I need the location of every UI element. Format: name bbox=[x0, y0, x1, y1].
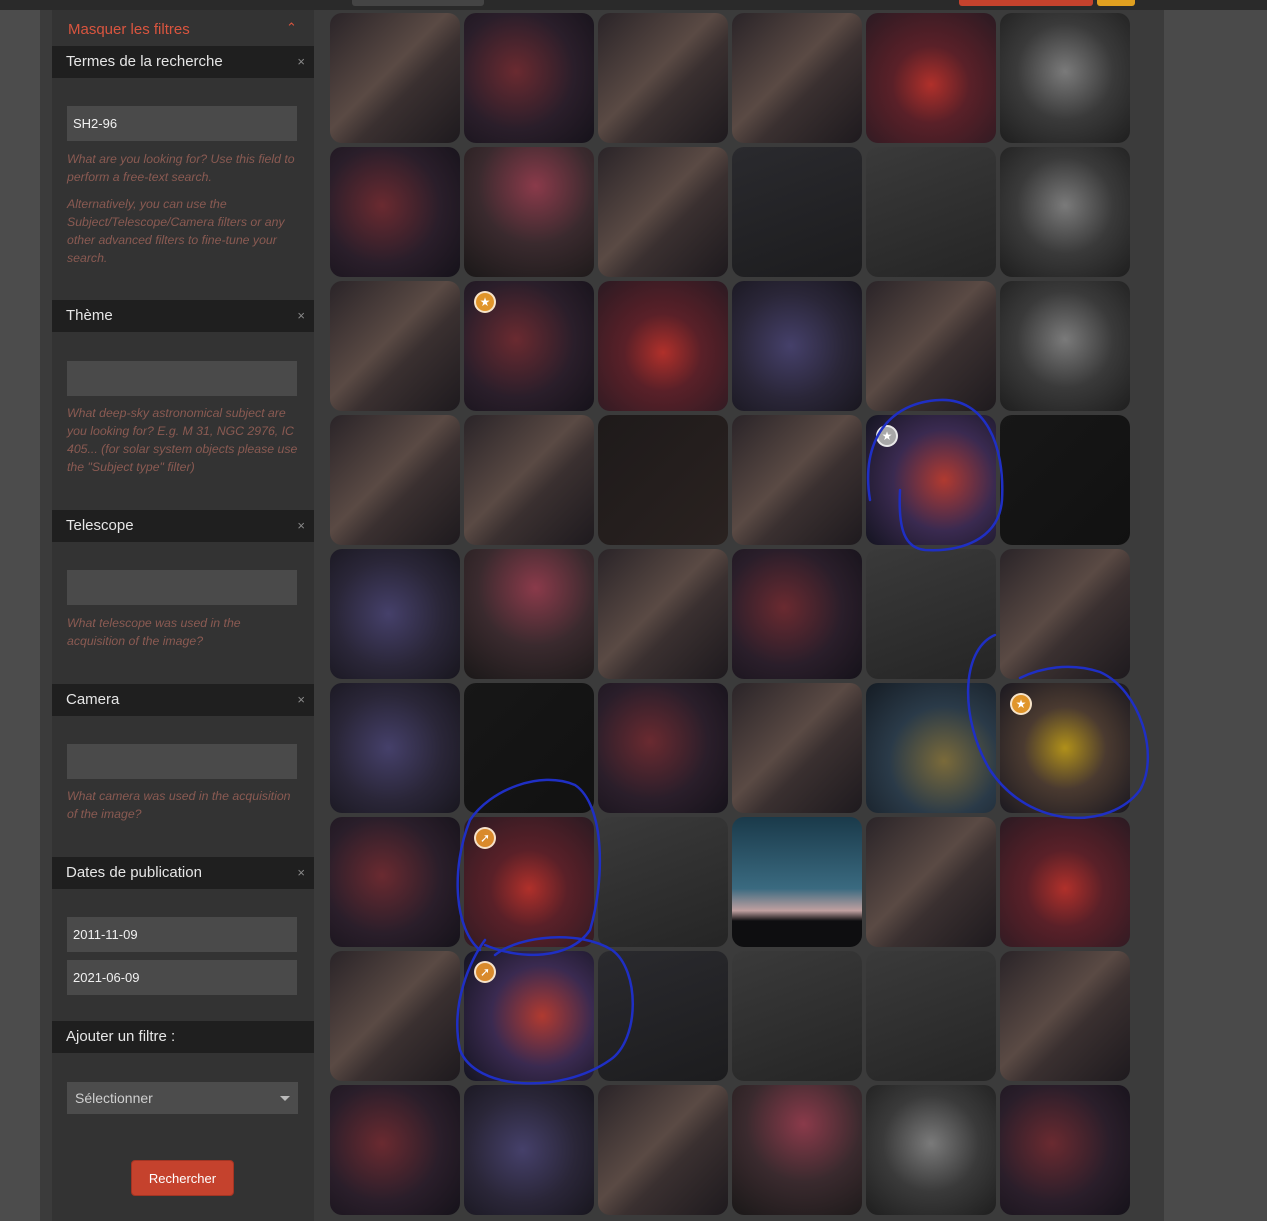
result-thumbnail[interactable] bbox=[1000, 147, 1130, 277]
result-thumbnail[interactable] bbox=[866, 1085, 996, 1215]
top-navigation-bar bbox=[0, 0, 1267, 10]
result-thumbnail[interactable] bbox=[732, 1085, 862, 1215]
result-thumbnail[interactable]: ➚ bbox=[464, 951, 594, 1081]
publication-dates-title: Dates de publication bbox=[66, 864, 202, 881]
result-thumbnail[interactable] bbox=[732, 13, 862, 143]
add-filter-select[interactable]: Sélectionner bbox=[67, 1082, 298, 1114]
remove-filter-icon[interactable]: × bbox=[297, 857, 305, 889]
search-terms-title: Termes de la recherche bbox=[66, 53, 223, 70]
remove-filter-icon[interactable]: × bbox=[297, 300, 305, 332]
result-thumbnail[interactable] bbox=[330, 281, 460, 411]
caret-down-icon bbox=[280, 1096, 290, 1101]
telescope-input[interactable] bbox=[67, 570, 297, 605]
result-thumbnail[interactable] bbox=[330, 683, 460, 813]
subject-header: Thème × bbox=[52, 300, 314, 332]
top-pick-icon: ➚ bbox=[474, 961, 496, 983]
result-thumbnail[interactable] bbox=[330, 13, 460, 143]
result-thumbnail[interactable] bbox=[1000, 951, 1130, 1081]
result-thumbnail[interactable]: ★ bbox=[866, 415, 996, 545]
result-thumbnail[interactable] bbox=[330, 817, 460, 947]
result-thumbnail[interactable] bbox=[330, 415, 460, 545]
result-thumbnail[interactable] bbox=[598, 147, 728, 277]
add-filter-title: Ajouter un filtre : bbox=[66, 1028, 176, 1045]
date-from-input[interactable] bbox=[67, 917, 297, 952]
result-thumbnail[interactable] bbox=[866, 951, 996, 1081]
camera-header: Camera × bbox=[52, 684, 314, 716]
result-thumbnail[interactable] bbox=[866, 817, 996, 947]
result-thumbnail[interactable] bbox=[330, 951, 460, 1081]
chevron-up-icon[interactable]: ⌃ bbox=[286, 20, 297, 36]
result-thumbnail[interactable] bbox=[732, 951, 862, 1081]
result-thumbnail[interactable] bbox=[598, 13, 728, 143]
trophy-icon: ★ bbox=[1010, 693, 1032, 715]
top-pick-icon: ➚ bbox=[474, 827, 496, 849]
silver-award-icon: ★ bbox=[876, 425, 898, 447]
result-thumbnail[interactable]: ★ bbox=[464, 281, 594, 411]
result-thumbnail[interactable] bbox=[464, 1085, 594, 1215]
nav-notification-button[interactable] bbox=[1097, 0, 1135, 6]
trophy-icon: ★ bbox=[474, 291, 496, 313]
result-thumbnail[interactable] bbox=[598, 817, 728, 947]
add-filter-select-value: Sélectionner bbox=[75, 1090, 153, 1106]
result-thumbnail[interactable] bbox=[464, 415, 594, 545]
remove-filter-icon[interactable]: × bbox=[297, 684, 305, 716]
result-thumbnail[interactable] bbox=[464, 147, 594, 277]
remove-filter-icon[interactable]: × bbox=[297, 510, 305, 542]
result-thumbnail[interactable] bbox=[1000, 281, 1130, 411]
result-thumbnail[interactable] bbox=[464, 549, 594, 679]
remove-filter-icon[interactable]: × bbox=[297, 46, 305, 78]
result-thumbnail[interactable] bbox=[732, 683, 862, 813]
result-thumbnail[interactable]: ★ bbox=[1000, 683, 1130, 813]
result-thumbnail[interactable] bbox=[866, 147, 996, 277]
result-thumbnail[interactable] bbox=[732, 415, 862, 545]
subject-input[interactable] bbox=[67, 361, 297, 396]
telescope-help-text: What telescope was used in the acquisiti… bbox=[67, 616, 241, 648]
result-thumbnail[interactable] bbox=[732, 281, 862, 411]
camera-input[interactable] bbox=[67, 744, 297, 779]
result-thumbnail[interactable] bbox=[464, 13, 594, 143]
result-thumbnail[interactable] bbox=[866, 13, 996, 143]
result-thumbnail[interactable] bbox=[1000, 13, 1130, 143]
camera-title: Camera bbox=[66, 691, 120, 708]
nav-action-button[interactable] bbox=[959, 0, 1093, 6]
result-thumbnail[interactable] bbox=[598, 683, 728, 813]
result-thumbnail[interactable] bbox=[866, 683, 996, 813]
result-thumbnail[interactable] bbox=[732, 147, 862, 277]
publication-dates-header: Dates de publication × bbox=[52, 857, 314, 889]
result-thumbnail[interactable] bbox=[1000, 415, 1130, 545]
search-input[interactable] bbox=[67, 106, 297, 141]
result-thumbnail[interactable] bbox=[598, 415, 728, 545]
result-thumbnail[interactable] bbox=[330, 1085, 460, 1215]
result-thumbnail[interactable]: ➚ bbox=[464, 817, 594, 947]
result-thumbnail[interactable] bbox=[598, 281, 728, 411]
camera-help-text: What camera was used in the acquisition … bbox=[67, 789, 291, 821]
subject-help-text: What deep-sky astronomical subject are y… bbox=[67, 406, 298, 474]
nav-tab[interactable] bbox=[352, 0, 484, 6]
search-help-text-advanced: Alternatively, you can use the Subject/T… bbox=[67, 197, 285, 265]
result-thumbnail[interactable] bbox=[464, 683, 594, 813]
result-thumbnail[interactable] bbox=[1000, 1085, 1130, 1215]
result-thumbnail[interactable] bbox=[330, 549, 460, 679]
result-thumbnail[interactable] bbox=[732, 817, 862, 947]
result-thumbnail[interactable] bbox=[732, 549, 862, 679]
telescope-title: Telescope bbox=[66, 517, 134, 534]
result-thumbnail[interactable] bbox=[1000, 817, 1130, 947]
result-thumbnail[interactable] bbox=[866, 281, 996, 411]
search-button[interactable]: Rechercher bbox=[131, 1160, 234, 1196]
date-to-input[interactable] bbox=[67, 960, 297, 995]
hide-filters-link[interactable]: Masquer les filtres bbox=[68, 21, 190, 38]
result-thumbnail[interactable] bbox=[866, 549, 996, 679]
result-thumbnail[interactable] bbox=[1000, 549, 1130, 679]
telescope-header: Telescope × bbox=[52, 510, 314, 542]
search-terms-header: Termes de la recherche × bbox=[52, 46, 314, 78]
search-help-text: What are you looking for? Use this field… bbox=[67, 152, 295, 184]
add-filter-header: Ajouter un filtre : bbox=[52, 1021, 314, 1053]
result-thumbnail[interactable] bbox=[598, 549, 728, 679]
result-thumbnail[interactable] bbox=[598, 1085, 728, 1215]
result-thumbnail[interactable] bbox=[598, 951, 728, 1081]
subject-title: Thème bbox=[66, 307, 113, 324]
result-thumbnail[interactable] bbox=[330, 147, 460, 277]
